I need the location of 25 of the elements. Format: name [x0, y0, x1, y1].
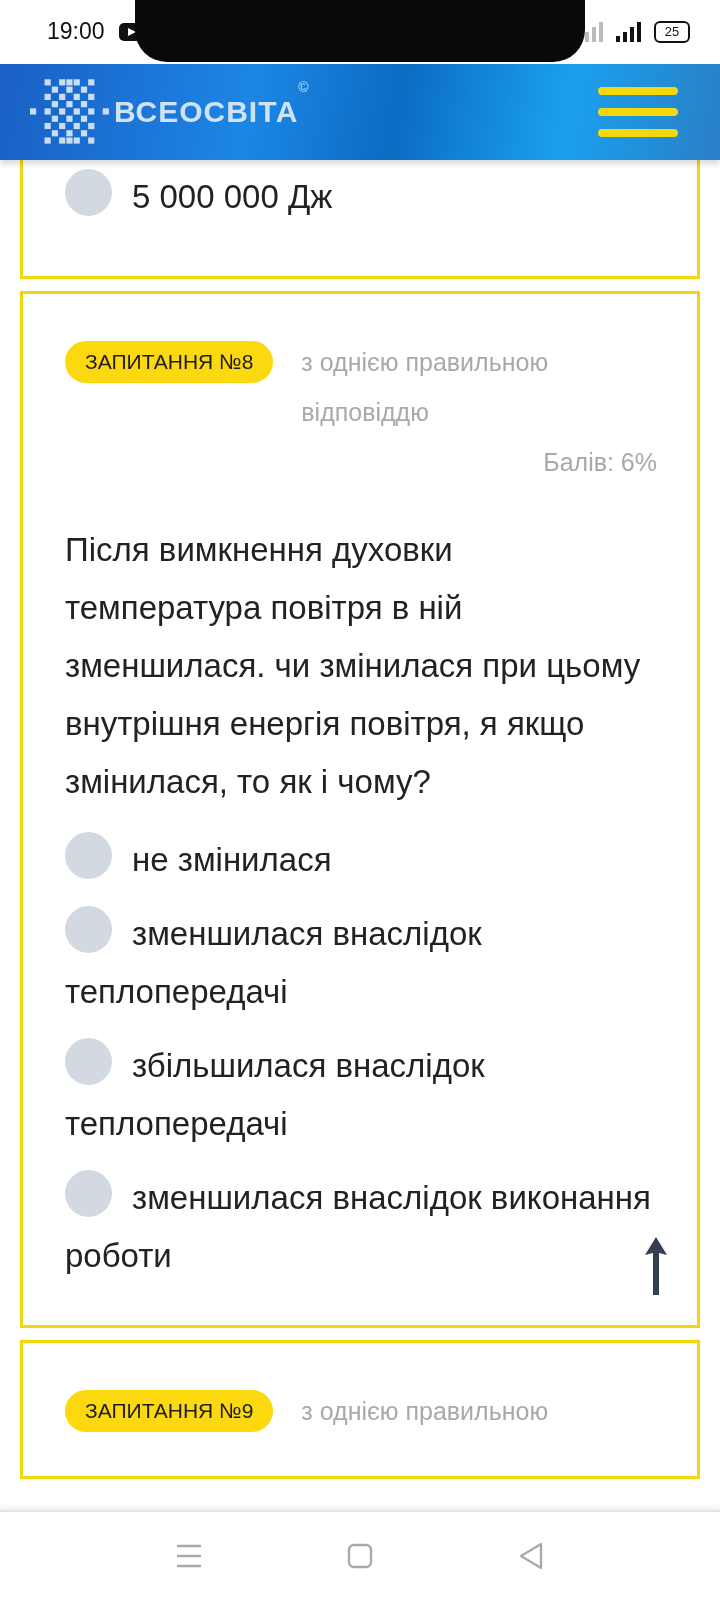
answer-option[interactable]: не змінилася	[65, 830, 657, 889]
question-text: Після вимкнення духовки температура повітря в ній зменшилася. чи змінилася при цьому внутрішня енергія повітря, я якщо змінилася, то як і чому?	[65, 529, 642, 802]
back-icon[interactable]	[518, 1542, 544, 1570]
logo-text: ВСЕОСВІТА	[114, 94, 299, 129]
question-number-badge: ЗАПИТАННЯ №9	[65, 1389, 274, 1432]
menu-icon[interactable]	[598, 86, 678, 137]
answer-option[interactable]: зменшилася внаслідок теплопередачі	[65, 904, 657, 1021]
answer-option[interactable]: зменшилася внаслідок виконання роботи	[65, 1168, 657, 1285]
status-time: 19:00	[47, 18, 105, 46]
radio-button[interactable]	[65, 168, 112, 216]
menu-icon[interactable]	[176, 1544, 202, 1568]
battery-icon: 25	[654, 20, 690, 43]
signal-icon	[616, 21, 642, 42]
answer-option[interactable]: збільшилася внаслідок теплопередачі	[65, 1036, 657, 1153]
radio-button[interactable]	[65, 831, 112, 879]
score-text: Балів: 6%	[543, 446, 657, 478]
radio-button[interactable]	[65, 1037, 112, 1085]
question-type: з однією правильною відповіддю	[301, 346, 550, 428]
answer-option[interactable]: 5 000 000 Дж	[65, 167, 657, 226]
question-number-badge: ЗАПИТАННЯ №8	[65, 340, 274, 383]
question-type: з однією правильною	[301, 1395, 549, 1427]
radio-button[interactable]	[65, 905, 112, 953]
home-icon[interactable]	[347, 1543, 373, 1569]
radio-button[interactable]	[65, 1169, 112, 1217]
copyright-mark: ©	[298, 78, 309, 95]
